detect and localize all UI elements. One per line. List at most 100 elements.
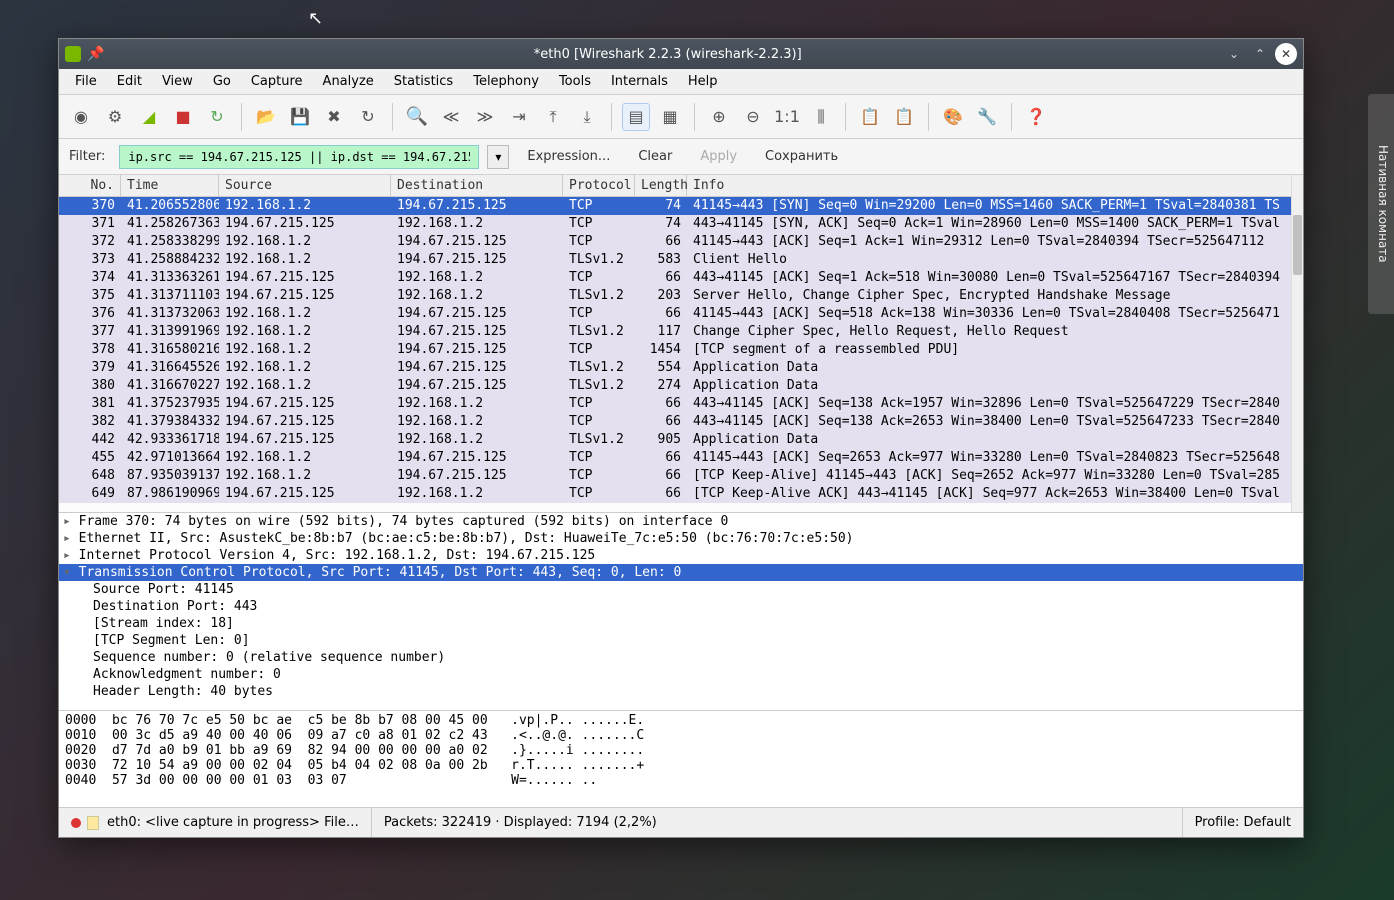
- detail-node[interactable]: Acknowledgment number: 0: [59, 666, 1303, 683]
- packet-row[interactable]: 38041.316670227192.168.1.2194.67.215.125…: [59, 377, 1303, 395]
- packet-row[interactable]: 64887.935039137192.168.1.2194.67.215.125…: [59, 467, 1303, 485]
- go-last-icon[interactable]: ⤓: [573, 103, 601, 131]
- interface-list-icon[interactable]: ◉: [67, 103, 95, 131]
- colorize-icon[interactable]: ▤: [622, 103, 650, 131]
- status-capture-text: eth0: <live capture in progress> File…: [107, 815, 359, 830]
- packet-row[interactable]: 37641.313732063192.168.1.2194.67.215.125…: [59, 305, 1303, 323]
- menu-telephony[interactable]: Telephony: [463, 70, 549, 93]
- save-file-icon[interactable]: 💾: [286, 103, 314, 131]
- menu-tools[interactable]: Tools: [549, 70, 601, 93]
- menu-analyze[interactable]: Analyze: [313, 70, 384, 93]
- go-first-icon[interactable]: ⤒: [539, 103, 567, 131]
- menu-capture[interactable]: Capture: [241, 70, 313, 93]
- column-header[interactable]: No.: [59, 175, 121, 196]
- reload-icon[interactable]: ↻: [354, 103, 382, 131]
- menu-statistics[interactable]: Statistics: [384, 70, 463, 93]
- side-panel[interactable]: Нативная комната: [1368, 94, 1394, 314]
- zoom-in-icon[interactable]: ⊕: [705, 103, 733, 131]
- detail-node[interactable]: [Stream index: 18]: [59, 615, 1303, 632]
- column-header[interactable]: Source: [219, 175, 391, 196]
- packet-row[interactable]: 37841.316580216192.168.1.2194.67.215.125…: [59, 341, 1303, 359]
- status-capture: eth0: <live capture in progress> File…: [59, 808, 372, 837]
- options-icon[interactable]: ⚙: [101, 103, 129, 131]
- capture-filters-icon[interactable]: 📋: [856, 103, 884, 131]
- wireshark-window: 📌 *eth0 [Wireshark 2.2.3 (wireshark-2.2.…: [58, 38, 1304, 838]
- packet-row[interactable]: 64987.986190969194.67.215.125192.168.1.2…: [59, 485, 1303, 503]
- stop-capture-icon[interactable]: ■: [169, 103, 197, 131]
- zoom-out-icon[interactable]: ⊖: [739, 103, 767, 131]
- packet-row[interactable]: 38241.379384332194.67.215.125192.168.1.2…: [59, 413, 1303, 431]
- detail-node[interactable]: Internet Protocol Version 4, Src: 192.16…: [59, 547, 1303, 564]
- close-button[interactable]: ✕: [1275, 43, 1297, 65]
- clear-button[interactable]: Clear: [628, 149, 682, 164]
- preferences-icon[interactable]: 🔧: [973, 103, 1001, 131]
- detail-node[interactable]: Sequence number: 0 (relative sequence nu…: [59, 649, 1303, 666]
- resize-cols-icon[interactable]: ⫼: [807, 103, 835, 131]
- note-icon: [87, 816, 99, 830]
- close-file-icon[interactable]: ✖: [320, 103, 348, 131]
- hex-view[interactable]: 0000 bc 76 70 7c e5 50 bc ae c5 be 8b b7…: [59, 711, 1303, 807]
- detail-node[interactable]: Source Port: 41145: [59, 581, 1303, 598]
- detail-node[interactable]: Transmission Control Protocol, Src Port:…: [59, 564, 1303, 581]
- packet-list[interactable]: No.TimeSourceDestinationProtocolLengthIn…: [59, 175, 1303, 513]
- menu-file[interactable]: File: [65, 70, 107, 93]
- packet-row[interactable]: 37241.258338299192.168.1.2194.67.215.125…: [59, 233, 1303, 251]
- menu-internals[interactable]: Internals: [601, 70, 678, 93]
- jump-icon[interactable]: ⇥: [505, 103, 533, 131]
- packet-row[interactable]: 44242.933361718194.67.215.125192.168.1.2…: [59, 431, 1303, 449]
- packet-row[interactable]: 38141.375237935194.67.215.125192.168.1.2…: [59, 395, 1303, 413]
- menubar: FileEditViewGoCaptureAnalyzeStatisticsTe…: [59, 69, 1303, 95]
- detail-node[interactable]: Header Length: 40 bytes: [59, 683, 1303, 700]
- packet-list-header: No.TimeSourceDestinationProtocolLengthIn…: [59, 175, 1303, 197]
- open-file-icon[interactable]: 📂: [252, 103, 280, 131]
- column-header[interactable]: Info: [687, 175, 1303, 196]
- display-filters-icon[interactable]: 📋: [890, 103, 918, 131]
- detail-node[interactable]: Frame 370: 74 bytes on wire (592 bits), …: [59, 513, 1303, 530]
- column-header[interactable]: Length: [635, 175, 687, 196]
- go-back-icon[interactable]: ≪: [437, 103, 465, 131]
- cursor-icon: ↖: [308, 8, 323, 29]
- detail-node[interactable]: Destination Port: 443: [59, 598, 1303, 615]
- detail-node[interactable]: [TCP Segment Len: 0]: [59, 632, 1303, 649]
- expression-button[interactable]: Expression...: [517, 149, 620, 164]
- packet-row[interactable]: 37741.313991969192.168.1.2194.67.215.125…: [59, 323, 1303, 341]
- minimize-button[interactable]: ⌄: [1223, 43, 1245, 65]
- status-profile-text: Profile: Default: [1195, 815, 1291, 830]
- save-filter-button[interactable]: Сохранить: [755, 149, 848, 164]
- packet-row[interactable]: 37041.206552806192.168.1.2194.67.215.125…: [59, 197, 1303, 215]
- status-profile[interactable]: Profile: Default: [1183, 808, 1303, 837]
- go-forward-icon[interactable]: ≫: [471, 103, 499, 131]
- filter-input[interactable]: [119, 145, 479, 169]
- auto-scroll-icon[interactable]: ▦: [656, 103, 684, 131]
- help-icon[interactable]: ❓: [1022, 103, 1050, 131]
- detail-node[interactable]: Ethernet II, Src: AsustekC_be:8b:b7 (bc:…: [59, 530, 1303, 547]
- pin-icon[interactable]: 📌: [87, 46, 104, 62]
- status-packets: Packets: 322419 · Displayed: 7194 (2,2%): [372, 808, 1183, 837]
- column-header[interactable]: Time: [121, 175, 219, 196]
- menu-view[interactable]: View: [152, 70, 203, 93]
- menu-go[interactable]: Go: [203, 70, 241, 93]
- maximize-button[interactable]: ⌃: [1249, 43, 1271, 65]
- packet-row[interactable]: 37941.316645526192.168.1.2194.67.215.125…: [59, 359, 1303, 377]
- filter-label: Filter:: [69, 149, 105, 164]
- restart-capture-icon[interactable]: ↻: [203, 103, 231, 131]
- menu-help[interactable]: Help: [678, 70, 728, 93]
- start-capture-icon[interactable]: ◢: [135, 103, 163, 131]
- scrollbar-vertical[interactable]: [1291, 175, 1303, 512]
- menu-edit[interactable]: Edit: [107, 70, 152, 93]
- find-icon[interactable]: 🔍: [403, 103, 431, 131]
- packet-details[interactable]: Frame 370: 74 bytes on wire (592 bits), …: [59, 513, 1303, 711]
- packet-row[interactable]: 37541.313711103194.67.215.125192.168.1.2…: [59, 287, 1303, 305]
- column-header[interactable]: Protocol: [563, 175, 635, 196]
- packet-row[interactable]: 37441.313363261194.67.215.125192.168.1.2…: [59, 269, 1303, 287]
- zoom-reset-icon[interactable]: 1:1: [773, 103, 801, 131]
- column-header[interactable]: Destination: [391, 175, 563, 196]
- coloring-rules-icon[interactable]: 🎨: [939, 103, 967, 131]
- packet-row[interactable]: 45542.971013664192.168.1.2194.67.215.125…: [59, 449, 1303, 467]
- packet-row[interactable]: 37341.258884232192.168.1.2194.67.215.125…: [59, 251, 1303, 269]
- apply-button[interactable]: Apply: [690, 149, 747, 164]
- titlebar: 📌 *eth0 [Wireshark 2.2.3 (wireshark-2.2.…: [59, 39, 1303, 69]
- packet-row[interactable]: 37141.258267363194.67.215.125192.168.1.2…: [59, 215, 1303, 233]
- status-packets-text: Packets: 322419 · Displayed: 7194 (2,2%): [384, 815, 657, 830]
- filter-dropdown-icon[interactable]: ▾: [487, 145, 509, 169]
